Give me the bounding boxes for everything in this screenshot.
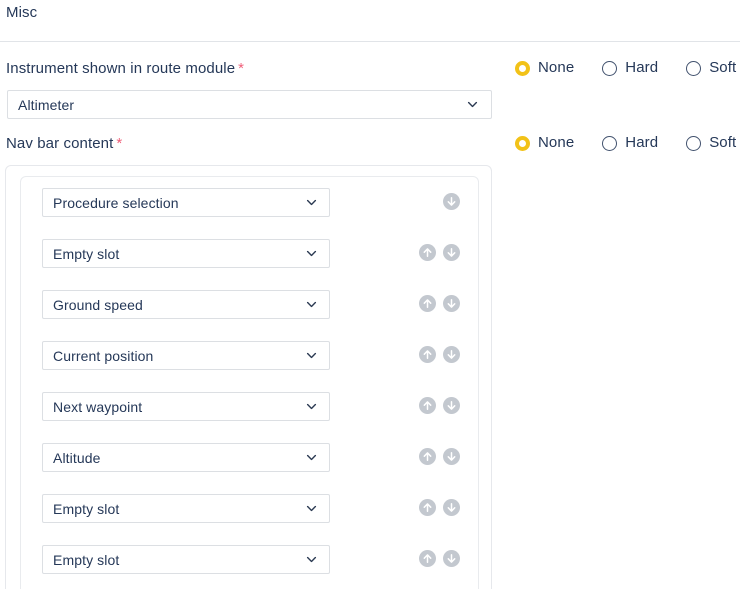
slot-select-value: Empty slot: [53, 245, 120, 262]
navbar-slot-row: Empty slot: [21, 483, 478, 534]
chevron-down-icon: [300, 502, 322, 515]
move-up-icon[interactable]: [419, 295, 436, 312]
slot-select-value: Current position: [53, 347, 154, 364]
radio-instrument-none[interactable]: None: [515, 58, 574, 78]
slot-select[interactable]: Empty slot: [42, 239, 330, 268]
move-up-icon[interactable]: [419, 244, 436, 261]
move-down-icon[interactable]: [443, 499, 460, 516]
slot-select[interactable]: Procedure selection: [42, 188, 330, 217]
move-down-icon[interactable]: [443, 448, 460, 465]
slot-actions: [419, 397, 460, 414]
radio-label: Hard: [625, 134, 659, 151]
navbar-slot-row: Ground speed: [21, 279, 478, 330]
slot-actions: [419, 346, 460, 363]
slot-select[interactable]: Current position: [42, 341, 330, 370]
navbar-slot-row: Empty slot: [21, 228, 478, 279]
chevron-down-icon: [300, 247, 322, 260]
chevron-down-icon: [461, 98, 483, 111]
radio-group-navbar: None Hard Soft: [515, 133, 736, 153]
move-down-icon[interactable]: [443, 244, 460, 261]
slot-actions: [419, 448, 460, 465]
slot-select[interactable]: Empty slot: [42, 545, 330, 574]
move-up-icon[interactable]: [419, 550, 436, 567]
radio-unselected-icon: [686, 60, 702, 76]
move-down-icon[interactable]: [443, 295, 460, 312]
radio-unselected-icon: [686, 135, 702, 151]
radio-unselected-icon: [602, 60, 618, 76]
required-asterisk-navbar: *: [116, 135, 123, 152]
navbar-content-panel: Procedure selection Empty slot Ground spee…: [5, 165, 492, 589]
chevron-down-icon: [300, 400, 322, 413]
required-asterisk-instrument: *: [238, 60, 245, 77]
move-up-icon[interactable]: [419, 397, 436, 414]
field-label-instrument-text: Instrument shown in route module: [6, 60, 236, 77]
chevron-down-icon: [300, 553, 322, 566]
slot-select[interactable]: Ground speed: [42, 290, 330, 319]
slot-actions: [419, 244, 460, 261]
move-down-icon[interactable]: [443, 346, 460, 363]
move-up-icon[interactable]: [419, 499, 436, 516]
field-label-navbar-text: Nav bar content: [6, 135, 114, 152]
navbar-slot-row: Empty slot: [21, 534, 478, 585]
chevron-down-icon: [300, 451, 322, 464]
section-title-misc: Misc: [6, 4, 38, 21]
navbar-slot-list: Procedure selection Empty slot Ground spee…: [21, 177, 478, 585]
move-down-icon[interactable]: [443, 193, 460, 210]
slot-select-value: Procedure selection: [53, 194, 179, 211]
navbar-slot-list-container: Procedure selection Empty slot Ground spee…: [20, 176, 479, 589]
slot-actions: [419, 550, 460, 567]
radio-group-instrument: None Hard Soft: [515, 58, 736, 78]
radio-instrument-hard[interactable]: Hard: [602, 58, 658, 78]
settings-form-page: Misc Instrument shown in route module * N…: [0, 0, 744, 589]
radio-navbar-soft[interactable]: Soft: [686, 133, 736, 153]
slot-select-value: Empty slot: [53, 500, 120, 517]
radio-label: Hard: [625, 59, 659, 76]
navbar-slot-row: Next waypoint: [21, 381, 478, 432]
slot-select-value: Ground speed: [53, 296, 143, 313]
slot-select-value: Next waypoint: [53, 398, 143, 415]
radio-label: None: [538, 59, 575, 76]
field-label-navbar: Nav bar content *: [6, 134, 122, 154]
select-instrument-value: Altimeter: [18, 96, 75, 113]
move-down-icon[interactable]: [443, 550, 460, 567]
radio-navbar-hard[interactable]: Hard: [602, 133, 658, 153]
slot-actions: [419, 193, 460, 210]
slot-select[interactable]: Altitude: [42, 443, 330, 472]
slot-select[interactable]: Empty slot: [42, 494, 330, 523]
slot-select[interactable]: Next waypoint: [42, 392, 330, 421]
move-up-icon[interactable]: [419, 448, 436, 465]
chevron-down-icon: [300, 349, 322, 362]
field-label-instrument: Instrument shown in route module *: [6, 59, 244, 79]
slot-select-value: Empty slot: [53, 551, 120, 568]
chevron-down-icon: [300, 298, 322, 311]
radio-label: Soft: [709, 59, 737, 76]
radio-unselected-icon: [602, 135, 618, 151]
radio-selected-icon: [515, 60, 530, 76]
section-divider: [0, 41, 740, 42]
radio-label: Soft: [709, 134, 737, 151]
radio-navbar-none[interactable]: None: [515, 133, 574, 153]
radio-selected-icon: [515, 135, 530, 151]
radio-instrument-soft[interactable]: Soft: [686, 58, 736, 78]
slot-actions: [419, 295, 460, 312]
radio-label: None: [538, 134, 575, 151]
move-down-icon[interactable]: [443, 397, 460, 414]
navbar-slot-row: Altitude: [21, 432, 478, 483]
slot-actions: [419, 499, 460, 516]
navbar-slot-row: Procedure selection: [21, 177, 478, 228]
select-instrument[interactable]: Altimeter: [7, 90, 492, 119]
chevron-down-icon: [300, 196, 322, 209]
slot-select-value: Altitude: [53, 449, 101, 466]
move-up-icon[interactable]: [419, 346, 436, 363]
navbar-slot-row: Current position: [21, 330, 478, 381]
